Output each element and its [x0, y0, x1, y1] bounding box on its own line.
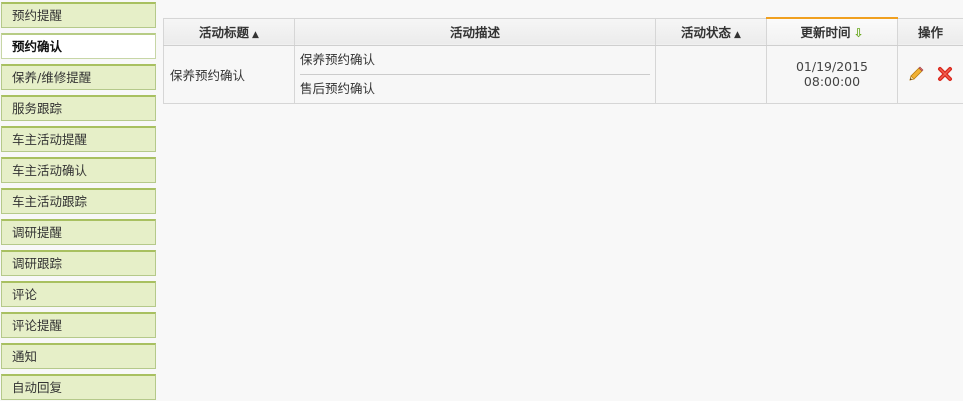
sidebar-item-owner-event-tracking[interactable]: 车主活动跟踪	[1, 188, 156, 214]
sidebar-item-auto-reply[interactable]: 自动回复	[1, 374, 156, 400]
sort-both-icon: ▲︎	[734, 30, 741, 40]
column-header-desc[interactable]: 活动描述	[294, 17, 656, 46]
main-content: 活动标题 ▲︎ 活动描述 活动状态 ▲︎ 更新时间 ⇩ 操作 保养预约确认 保养…	[163, 17, 963, 104]
sidebar-item-appointment-reminder[interactable]: 预约提醒	[1, 2, 156, 28]
activity-table: 活动标题 ▲︎ 活动描述 活动状态 ▲︎ 更新时间 ⇩ 操作 保养预约确认 保养…	[163, 17, 963, 104]
sidebar-item-owner-event-reminder[interactable]: 车主活动提醒	[1, 126, 156, 152]
sidebar-item-comment-reminder[interactable]: 评论提醒	[1, 312, 156, 338]
cell-desc: 保养预约确认 售后预约确认	[294, 45, 656, 104]
column-header-ops-label: 操作	[917, 25, 943, 40]
cell-status	[655, 45, 767, 104]
sidebar-item-survey-reminder[interactable]: 调研提醒	[1, 219, 156, 245]
column-header-desc-label: 活动描述	[449, 25, 500, 40]
sidebar-item-owner-event-confirm[interactable]: 车主活动确认	[1, 157, 156, 183]
sidebar-item-appointment-confirm[interactable]: 预约确认	[1, 33, 156, 59]
column-header-updated-label: 更新时间	[800, 25, 851, 41]
sidebar-item-notifications[interactable]: 通知	[1, 343, 156, 369]
sidebar-item-service-tracking[interactable]: 服务跟踪	[1, 95, 156, 121]
table-row: 保养预约确认 保养预约确认 售后预约确认 01/19/2015 08:00:00	[163, 45, 963, 104]
sidebar-item-comments[interactable]: 评论	[1, 281, 156, 307]
sidebar-item-survey-tracking[interactable]: 调研跟踪	[1, 250, 156, 276]
sidebar-nav: 预约提醒 预约确认 保养/维修提醒 服务跟踪 车主活动提醒 车主活动确认 车主活…	[0, 0, 157, 401]
x-delete-icon[interactable]	[936, 65, 954, 83]
cell-ops	[897, 45, 963, 104]
desc-line: 保养预约确认	[300, 51, 376, 67]
column-header-status[interactable]: 活动状态 ▲︎	[655, 17, 767, 46]
sidebar-item-maintenance-reminder[interactable]: 保养/维修提醒	[1, 64, 156, 90]
arrow-down-icon: ⇩	[853, 26, 864, 41]
cell-updated: 01/19/2015 08:00:00	[766, 45, 898, 104]
column-header-status-label: 活动状态	[681, 25, 732, 40]
sort-both-icon: ▲︎	[252, 30, 259, 40]
cell-title: 保养预约确认	[163, 45, 295, 104]
column-header-title-label: 活动标题	[199, 25, 250, 40]
column-header-updated[interactable]: 更新时间 ⇩	[766, 17, 898, 46]
table-header-row: 活动标题 ▲︎ 活动描述 活动状态 ▲︎ 更新时间 ⇩ 操作	[163, 17, 963, 46]
pencil-icon[interactable]	[907, 65, 925, 83]
desc-line: 售后预约确认	[300, 80, 376, 96]
column-header-ops: 操作	[897, 17, 963, 46]
column-header-title[interactable]: 活动标题 ▲︎	[163, 17, 295, 46]
